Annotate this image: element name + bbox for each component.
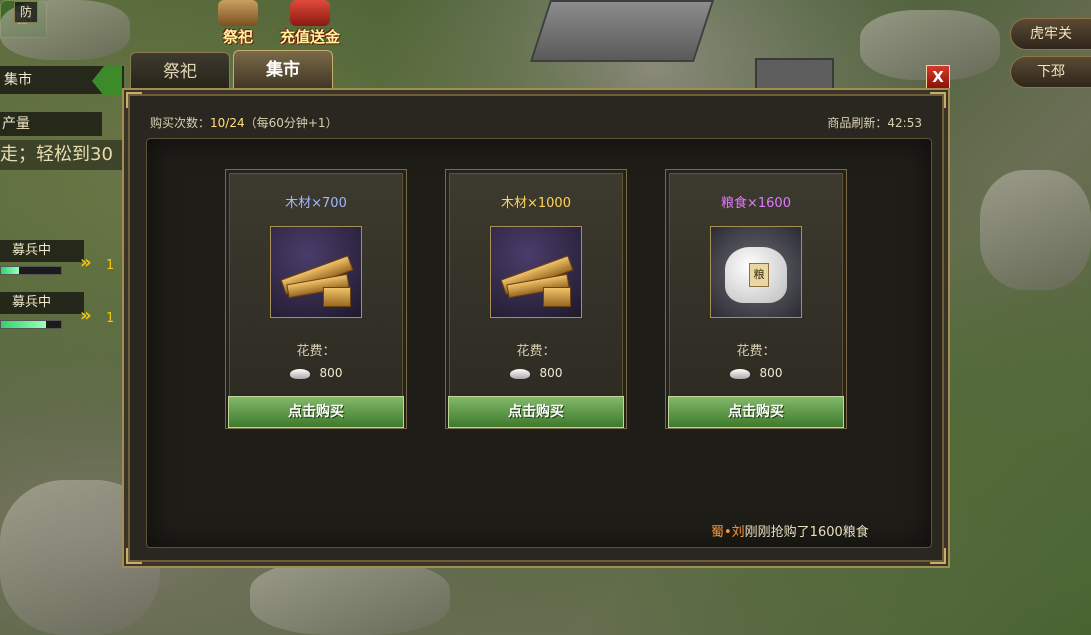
gift-icon xyxy=(290,0,330,26)
double-arrow-icon[interactable]: » xyxy=(80,305,92,326)
purchase-rate: （每60分钟+1） xyxy=(244,116,338,130)
top-icon-recharge[interactable]: 充值送金 xyxy=(275,0,345,46)
defense-badge[interactable]: 防 xyxy=(14,1,38,23)
fortress-building[interactable] xyxy=(529,0,715,62)
close-button[interactable]: X xyxy=(926,65,950,89)
silver-icon xyxy=(729,368,750,379)
sacrifice-icon xyxy=(218,0,258,26)
buy-button[interactable]: 点击购买 xyxy=(668,396,844,428)
frame-corner xyxy=(126,92,142,108)
frame-corner xyxy=(930,548,946,564)
cost-amount: 800 xyxy=(759,366,783,380)
item-name: 粮食×1600 xyxy=(721,196,791,211)
silver-icon xyxy=(509,368,530,379)
cost-value: 800 xyxy=(666,366,846,380)
double-arrow-icon[interactable]: » xyxy=(80,252,92,273)
silver-icon xyxy=(289,368,310,379)
tab-sacrifice[interactable]: 祭祀 xyxy=(130,52,230,91)
notice-player: 蜀•刘 xyxy=(711,525,745,540)
item-name: 木材×700 xyxy=(285,196,347,211)
map-rock xyxy=(250,560,450,635)
cost-label: 花费： xyxy=(516,344,556,359)
recruit-status: 募兵中 xyxy=(0,240,84,262)
cost-value: 800 xyxy=(446,366,626,380)
top-icon-label: 祭祀 xyxy=(222,28,253,46)
cost-value: 800 xyxy=(226,366,406,380)
tab-market[interactable]: 集市 xyxy=(233,50,333,91)
cost-label: 花费： xyxy=(736,344,776,359)
buy-button[interactable]: 点击购买 xyxy=(228,396,404,428)
recruit-progress-bar xyxy=(0,320,62,329)
frame-corner xyxy=(126,548,142,564)
purchase-count: 购买次数：10/24（每60分钟+1） xyxy=(150,114,338,131)
output-label: 产量 xyxy=(0,112,102,136)
top-icon-label: 充值送金 xyxy=(279,28,340,46)
recruit-count: 1 xyxy=(106,258,115,273)
shop-item-card: 木材×1000 花费： 800 点击购买 xyxy=(445,169,627,429)
refresh-label: 商品刷新： xyxy=(827,116,888,130)
shop-item-card: 木材×700 花费： 800 点击购买 xyxy=(225,169,407,429)
quest-hint[interactable]: 走；轻松到30 xyxy=(0,140,125,170)
market-dialog: 购买次数：10/24（每60分钟+1） 商品刷新：42:53 木材×700 花费… xyxy=(122,88,950,568)
buy-button[interactable]: 点击购买 xyxy=(448,396,624,428)
purchase-notice: 蜀•刘刚刚抢购了1600粮食 xyxy=(711,521,869,540)
purchase-label: 购买次数： xyxy=(150,116,211,130)
map-rock xyxy=(980,170,1091,290)
wood-icon xyxy=(270,226,362,318)
shop-item-card: 粮食×1600 粮 花费： 800 点击购买 xyxy=(665,169,847,429)
location-button-xiapi[interactable]: 下邳 xyxy=(1010,56,1091,88)
shop-panel: 木材×700 花费： 800 点击购买 木材×1000 花费： 800 点击购买 xyxy=(146,138,932,548)
refresh-time: 42:53 xyxy=(887,116,922,130)
refresh-timer: 商品刷新：42:53 xyxy=(827,114,922,131)
grain-sack-icon: 粮 xyxy=(710,226,802,318)
location-button-hulaoguan[interactable]: 虎牢关 xyxy=(1010,18,1091,50)
wood-icon xyxy=(490,226,582,318)
cost-amount: 800 xyxy=(539,366,563,380)
recruit-progress-bar xyxy=(0,266,62,275)
recruit-status: 募兵中 xyxy=(0,292,84,314)
top-icon-sacrifice[interactable]: 祭祀 xyxy=(210,0,266,46)
frame-corner xyxy=(930,92,946,108)
purchase-count-value: 10/24 xyxy=(210,116,245,130)
recruit-count: 1 xyxy=(106,311,115,326)
cost-label: 花费： xyxy=(296,344,336,359)
item-name: 木材×1000 xyxy=(501,196,571,211)
cost-amount: 800 xyxy=(319,366,343,380)
notice-text: 刚刚抢购了1600粮食 xyxy=(744,525,869,540)
